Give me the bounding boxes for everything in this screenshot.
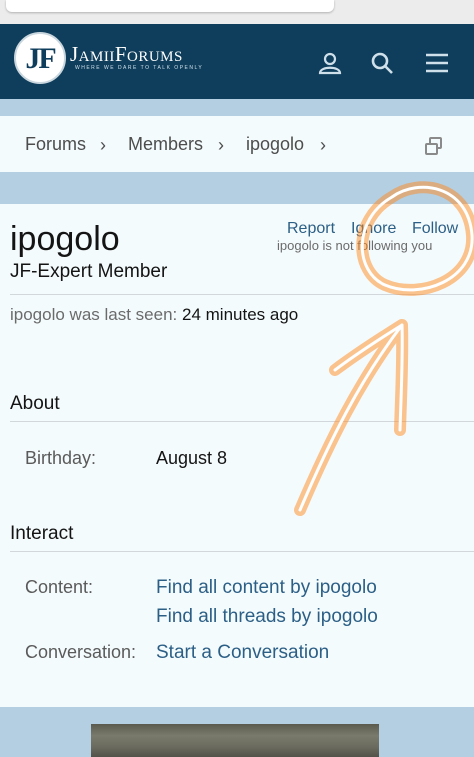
follow-status: ipogolo is not following you — [277, 238, 433, 253]
header-divider-band — [0, 99, 474, 116]
divider — [10, 551, 474, 552]
profile-username: ipogolo — [10, 220, 120, 258]
logo-letters: JF — [25, 42, 56, 75]
follow-link[interactable]: Follow — [412, 220, 458, 238]
breadcrumb-forums[interactable]: Forums — [25, 134, 86, 155]
user-icon[interactable] — [317, 50, 343, 76]
cover-photo — [91, 724, 379, 757]
report-link[interactable]: Report — [287, 220, 335, 238]
find-threads-link[interactable]: Find all threads by ipogolo — [156, 606, 378, 628]
logo-tagline: WHERE WE DARE TO TALK OPENLY — [75, 65, 204, 71]
ignore-link[interactable]: Ignore — [351, 220, 396, 238]
breadcrumb-members[interactable]: Members — [128, 134, 203, 155]
browser-top-strip — [0, 0, 474, 24]
breadcrumb-user[interactable]: ipogolo — [246, 134, 304, 155]
last-seen-value: 24 minutes ago — [182, 305, 299, 324]
about-heading: About — [10, 393, 60, 414]
site-header: JF JamiiForums WHERE WE DARE TO TALK OPE… — [0, 24, 474, 99]
search-icon[interactable] — [369, 50, 395, 76]
browser-url-bar[interactable] — [6, 0, 334, 12]
conversation-label: Conversation: — [25, 642, 137, 662]
logo-emblem[interactable]: JF — [14, 32, 66, 84]
chevron-right-icon: › — [320, 135, 326, 155]
chevron-right-icon: › — [100, 135, 106, 155]
breadcrumb: Forums › Members › ipogolo › — [0, 116, 474, 172]
chevron-right-icon: › — [218, 135, 224, 155]
birthday-value: August 8 — [156, 448, 228, 468]
divider — [10, 421, 474, 422]
start-conversation-link[interactable]: Start a Conversation — [156, 642, 329, 664]
menu-icon[interactable] — [424, 50, 450, 76]
interact-heading: Interact — [10, 523, 74, 544]
copy-window-icon[interactable] — [424, 136, 444, 156]
profile-user-title: JF-Expert Member — [10, 261, 168, 282]
find-content-link[interactable]: Find all content by ipogolo — [156, 577, 377, 599]
content-label: Content: — [25, 577, 94, 597]
last-seen: ipogolo was last seen: 24 minutes ago — [10, 305, 298, 325]
breadcrumb-divider-band — [0, 172, 474, 204]
member-profile: ipogolo JF-Expert Member Report Ignore F… — [0, 204, 474, 707]
divider — [10, 294, 474, 295]
last-seen-label: ipogolo was last seen: — [10, 305, 178, 324]
logo-name[interactable]: JamiiForums — [70, 42, 183, 67]
birthday-label: Birthday: — [25, 448, 97, 468]
